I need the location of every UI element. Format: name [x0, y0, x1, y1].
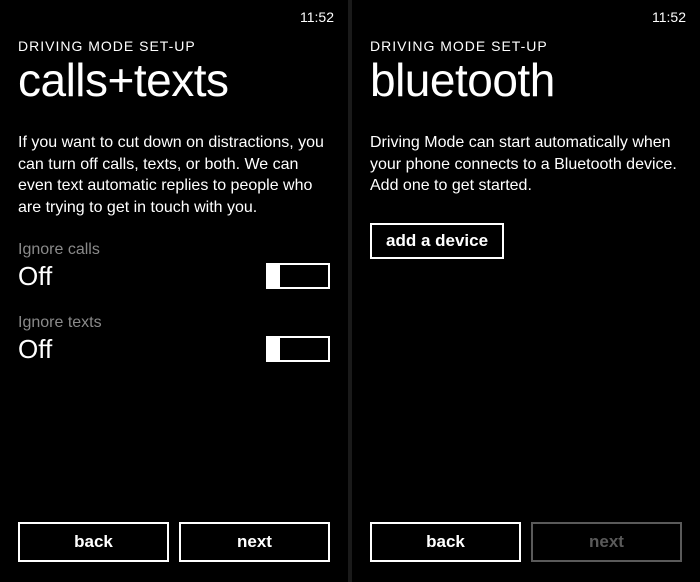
- page-description: If you want to cut down on distractions,…: [18, 132, 330, 218]
- toggle-value-ignore-calls: Off: [18, 261, 52, 292]
- toggle-line: Off: [18, 334, 330, 365]
- next-button[interactable]: next: [179, 522, 330, 562]
- bottom-nav: back next: [0, 512, 348, 582]
- content-area: DRIVING MODE SET-UP bluetooth Driving Mo…: [352, 28, 700, 512]
- toggle-knob: [266, 263, 280, 289]
- toggle-ignore-texts: Ignore texts Off: [18, 314, 330, 365]
- toggle-label-ignore-calls: Ignore calls: [18, 241, 330, 259]
- screen-bluetooth: 11:52 DRIVING MODE SET-UP bluetooth Driv…: [352, 0, 700, 582]
- toggle-ignore-calls: Ignore calls Off: [18, 241, 330, 292]
- page-title: calls+texts: [18, 56, 330, 104]
- bottom-nav: back next: [352, 512, 700, 582]
- toggle-line: Off: [18, 261, 330, 292]
- toggle-knob: [266, 336, 280, 362]
- content-area: DRIVING MODE SET-UP calls+texts If you w…: [0, 28, 348, 512]
- toggle-value-ignore-texts: Off: [18, 334, 52, 365]
- breadcrumb: DRIVING MODE SET-UP: [370, 38, 682, 54]
- status-bar: 11:52: [352, 0, 700, 28]
- status-time: 11:52: [300, 9, 334, 25]
- toggle-switch-ignore-texts[interactable]: [266, 336, 330, 362]
- page-description: Driving Mode can start automatically whe…: [370, 132, 682, 197]
- breadcrumb: DRIVING MODE SET-UP: [18, 38, 330, 54]
- add-device-button[interactable]: add a device: [370, 223, 504, 259]
- back-button[interactable]: back: [18, 522, 169, 562]
- back-button[interactable]: back: [370, 522, 521, 562]
- status-bar: 11:52: [0, 0, 348, 28]
- page-title: bluetooth: [370, 56, 682, 104]
- toggle-label-ignore-texts: Ignore texts: [18, 314, 330, 332]
- toggle-switch-ignore-calls[interactable]: [266, 263, 330, 289]
- status-time: 11:52: [652, 9, 686, 25]
- next-button[interactable]: next: [531, 522, 682, 562]
- screen-calls-texts: 11:52 DRIVING MODE SET-UP calls+texts If…: [0, 0, 348, 582]
